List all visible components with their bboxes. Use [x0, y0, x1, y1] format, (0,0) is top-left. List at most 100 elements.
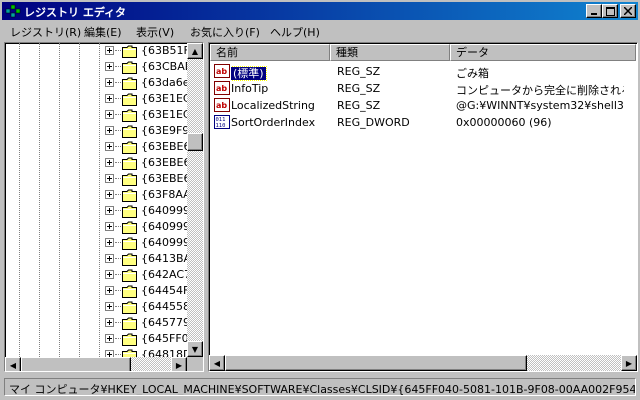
- value-list-pane[interactable]: 名前 種類 データ ab (標準) REG_SZ ごみ箱 ab InfoTip REG_SZ…: [208, 42, 638, 372]
- value-row[interactable]: ab (標準) REG_SZ ごみ箱: [210, 63, 622, 81]
- tree-connector-line: [115, 114, 121, 115]
- value-row[interactable]: ab InfoTip REG_SZ コンピュータから完全に削除されるまで、: [210, 80, 624, 97]
- tree-item[interactable]: {6413BA2: [5, 251, 189, 267]
- tree-item-label: {63da6ec: [141, 76, 189, 89]
- tree-item[interactable]: {645FF04: [5, 331, 189, 347]
- tree-item[interactable]: {63EBE6E: [5, 171, 189, 187]
- value-name: (標準): [231, 66, 267, 81]
- tree-connector-line: [115, 162, 121, 163]
- column-header-name[interactable]: 名前: [210, 44, 330, 61]
- expand-plus-icon[interactable]: [105, 142, 114, 151]
- tree-scroll-up-button[interactable]: ▲: [187, 43, 203, 59]
- expand-plus-icon[interactable]: [105, 126, 114, 135]
- expand-plus-icon[interactable]: [105, 254, 114, 263]
- expand-plus-icon[interactable]: [105, 78, 114, 87]
- tree-item[interactable]: {640999A: [5, 219, 189, 235]
- regedit-icon: [5, 4, 21, 18]
- expand-plus-icon[interactable]: [105, 286, 114, 295]
- value-data: ごみ箱: [456, 67, 489, 80]
- close-button[interactable]: [620, 4, 636, 18]
- folder-icon: [122, 93, 137, 106]
- expand-plus-icon[interactable]: [105, 174, 114, 183]
- expand-plus-icon[interactable]: [105, 238, 114, 247]
- value-name: InfoTip: [231, 82, 269, 95]
- expand-plus-icon[interactable]: [105, 206, 114, 215]
- tree-item-label: {6413BA2: [141, 252, 189, 265]
- list-scroll-right-button[interactable]: ▶: [621, 355, 637, 371]
- tree-item[interactable]: {63CBAD: [5, 59, 189, 75]
- expand-plus-icon[interactable]: [105, 302, 114, 311]
- tree-item[interactable]: {6445586: [5, 299, 189, 315]
- column-header-data[interactable]: データ: [450, 44, 636, 61]
- expand-plus-icon[interactable]: [105, 46, 114, 55]
- folder-icon: [122, 205, 137, 218]
- tree-item[interactable]: {63da6ec: [5, 75, 189, 91]
- tree-item-label: {6445586: [141, 300, 189, 313]
- title-bar[interactable]: レジストリ エディタ: [2, 2, 638, 20]
- tree-connector-line: [115, 354, 121, 355]
- tree-hscroll-thumb[interactable]: [21, 357, 131, 371]
- key-tree-pane[interactable]: {63B51F8 {63CBAD {63da6ec {63E1EC4 {63E1EC4 {…: [4, 42, 204, 372]
- tree-item[interactable]: {63E1EC4: [5, 91, 189, 107]
- tree-item-label: {63CBAD: [141, 60, 189, 73]
- folder-icon: [122, 221, 137, 234]
- tree-scroll-left-button[interactable]: ◀: [5, 357, 21, 371]
- tree-item[interactable]: {63E9F94: [5, 123, 189, 139]
- tree-item[interactable]: {640999A: [5, 235, 189, 251]
- tree-item[interactable]: {63E1EC4: [5, 107, 189, 123]
- tree-item[interactable]: {6457798: [5, 315, 189, 331]
- tree-vscroll-track[interactable]: [187, 59, 203, 341]
- expand-plus-icon[interactable]: [105, 334, 114, 343]
- list-scroll-left-button[interactable]: ◀: [209, 355, 225, 371]
- menu-view[interactable]: 表示(V): [136, 24, 174, 40]
- folder-icon: [122, 45, 137, 58]
- folder-icon: [122, 125, 137, 138]
- tree-item-label: {63B51F8: [141, 44, 189, 57]
- expand-plus-icon[interactable]: [105, 158, 114, 167]
- expand-plus-icon[interactable]: [105, 318, 114, 327]
- value-row[interactable]: 011 110 SortOrderIndex REG_DWORD 0x00000060 …: [210, 114, 622, 131]
- maximize-button[interactable]: [602, 4, 618, 18]
- menu-edit[interactable]: 編集(E): [84, 24, 122, 40]
- expand-plus-icon[interactable]: [105, 222, 114, 231]
- expand-plus-icon[interactable]: [105, 94, 114, 103]
- list-hscroll-thumb[interactable]: [225, 355, 527, 371]
- tree-scroll-down-button[interactable]: ▼: [187, 341, 203, 357]
- tree-connector-line: [115, 290, 121, 291]
- status-bar: マイ コンピュータ¥HKEY_LOCAL_MACHINE¥SOFTWARE¥Cl…: [2, 376, 638, 398]
- expand-plus-icon[interactable]: [105, 270, 114, 279]
- expand-plus-icon[interactable]: [105, 190, 114, 199]
- folder-icon: [122, 141, 137, 154]
- dword-value-icon: 011110: [214, 115, 230, 129]
- tree-item-label: {642AC76: [141, 268, 189, 281]
- column-header-type[interactable]: 種類: [330, 44, 450, 61]
- tree-item[interactable]: {642AC76: [5, 267, 189, 283]
- string-value-icon: ab: [214, 81, 230, 95]
- tree-item[interactable]: {63EBE6E: [5, 139, 189, 155]
- tree-scroll-right-button[interactable]: ▶: [171, 357, 187, 371]
- tree-item-label: {64454F8: [141, 284, 189, 297]
- minimize-icon: [591, 13, 597, 15]
- minimize-button[interactable]: [586, 4, 602, 18]
- folder-icon: [122, 269, 137, 282]
- tree-connector-line: [115, 274, 121, 275]
- menu-help[interactable]: ヘルプ(H): [270, 24, 320, 40]
- tree-item[interactable]: {63B51F8: [5, 43, 189, 59]
- folder-icon: [122, 285, 137, 298]
- tree-item[interactable]: {640999A: [5, 203, 189, 219]
- menu-favorites[interactable]: お気に入り(F): [190, 24, 260, 40]
- tree-item[interactable]: {64454F8: [5, 283, 189, 299]
- tree-item-label: {63EBE6E: [141, 140, 189, 153]
- expand-plus-icon[interactable]: [105, 110, 114, 119]
- menu-registry[interactable]: レジストリ(R): [10, 24, 81, 40]
- value-row[interactable]: ab LocalizedString REG_SZ @G:¥WINNT¥system3…: [210, 97, 624, 114]
- expand-plus-icon[interactable]: [105, 62, 114, 71]
- tree-item-label: {640999A: [141, 204, 189, 217]
- tree-item[interactable]: {63EBE6E: [5, 155, 189, 171]
- value-data: 0x00000060 (96): [456, 116, 552, 129]
- tree-item[interactable]: {63F8AA9: [5, 187, 189, 203]
- tree-item-label: {63EBE6E: [141, 172, 189, 185]
- tree-item-label: {63E9F94: [141, 124, 189, 137]
- tree-connector-line: [115, 306, 121, 307]
- tree-vscroll-thumb[interactable]: [187, 133, 203, 151]
